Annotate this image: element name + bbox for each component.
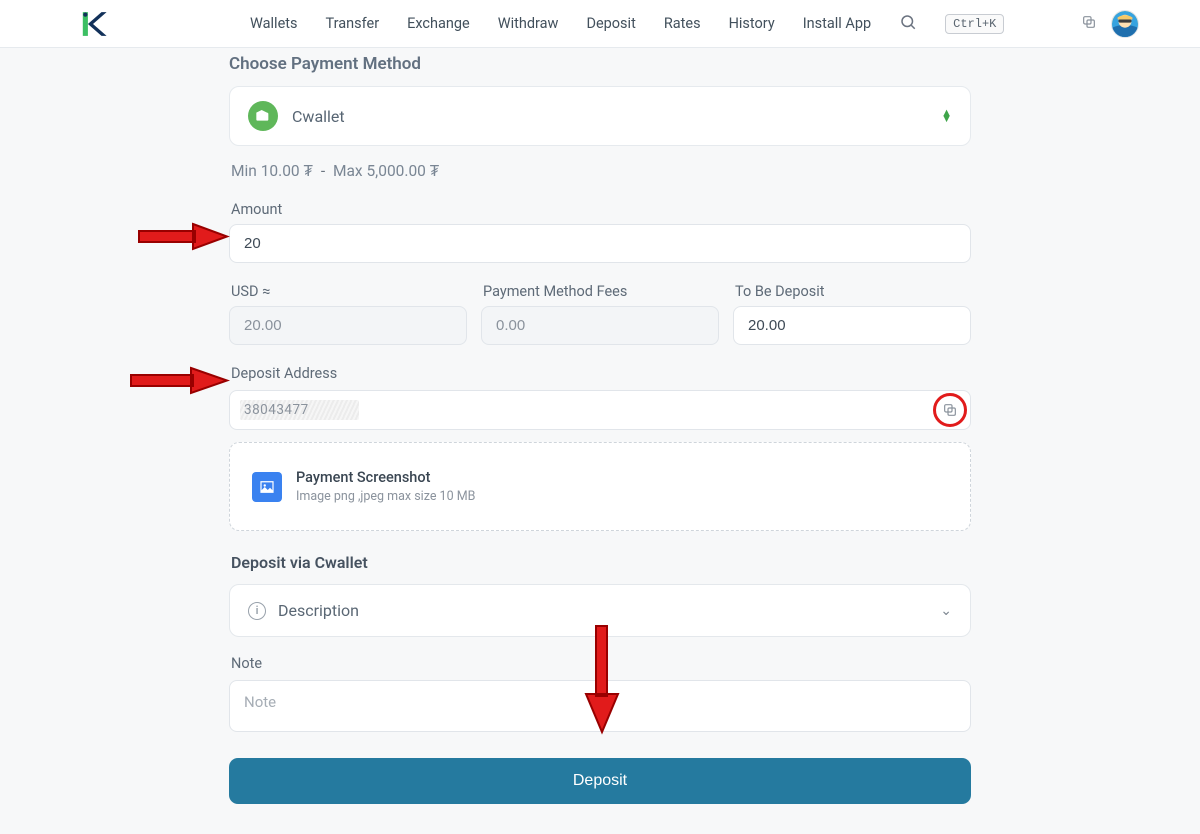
amount-label: Amount bbox=[231, 201, 971, 218]
limit-separator: - bbox=[321, 162, 325, 180]
amount-input[interactable] bbox=[229, 224, 971, 263]
copy-icon[interactable] bbox=[1081, 14, 1097, 34]
keyboard-shortcut: Ctrl+K bbox=[945, 14, 1004, 34]
limit-min: Min 10.00 ₮ bbox=[231, 162, 313, 180]
deposit-via-heading: Deposit via Cwallet bbox=[231, 553, 971, 572]
note-input[interactable] bbox=[229, 680, 971, 732]
page: Choose Payment Method Cwallet ▲▼ Min 10.… bbox=[229, 48, 971, 834]
navbar: Wallets Transfer Exchange Withdraw Depos… bbox=[0, 0, 1200, 48]
note-label: Note bbox=[231, 655, 971, 672]
search-icon[interactable] bbox=[899, 13, 917, 35]
nav-links: Wallets Transfer Exchange Withdraw Depos… bbox=[250, 13, 1081, 35]
deposit-button[interactable]: Deposit bbox=[229, 758, 971, 804]
wallet-icon bbox=[248, 101, 278, 131]
nav-withdraw[interactable]: Withdraw bbox=[498, 15, 559, 32]
amount-field: Amount bbox=[229, 201, 971, 263]
description-accordion[interactable]: i Description ⌄ bbox=[229, 584, 971, 637]
avatar[interactable] bbox=[1111, 10, 1139, 38]
payment-method-name: Cwallet bbox=[292, 107, 345, 126]
usd-label: USD ≈ bbox=[231, 283, 467, 300]
summary-row: USD ≈ Payment Method Fees To Be Deposit bbox=[229, 283, 971, 345]
deposit-address-label: Deposit Address bbox=[231, 365, 971, 382]
nav-history[interactable]: History bbox=[729, 15, 775, 32]
description-label: Description bbox=[278, 601, 359, 620]
nav-transfer[interactable]: Transfer bbox=[326, 15, 380, 32]
nav-wallets[interactable]: Wallets bbox=[250, 15, 298, 32]
usd-value bbox=[229, 306, 467, 345]
nav-install-app[interactable]: Install App bbox=[803, 15, 871, 32]
limits: Min 10.00 ₮ - Max 5,000.00 ₮ bbox=[231, 162, 969, 181]
to-be-deposit-value bbox=[733, 306, 971, 345]
limit-max: Max 5,000.00 ₮ bbox=[333, 162, 439, 180]
upload-text: Payment Screenshot Image png ,jpeg max s… bbox=[296, 469, 475, 504]
to-be-deposit-field: To Be Deposit bbox=[733, 283, 971, 345]
chevron-down-icon: ⌄ bbox=[940, 603, 952, 619]
info-icon: i bbox=[248, 602, 266, 620]
nav-exchange[interactable]: Exchange bbox=[407, 15, 470, 32]
navbar-left bbox=[16, 7, 250, 41]
deposit-address-field: Deposit Address 38043477 bbox=[229, 365, 971, 430]
annotation-arrow-address bbox=[129, 364, 229, 402]
usd-field: USD ≈ bbox=[229, 283, 467, 345]
fees-field: Payment Method Fees bbox=[481, 283, 719, 345]
upload-screenshot[interactable]: Payment Screenshot Image png ,jpeg max s… bbox=[229, 442, 971, 531]
copy-address-button[interactable] bbox=[939, 399, 961, 421]
payment-method-select[interactable]: Cwallet ▲▼ bbox=[229, 86, 971, 146]
section-title: Choose Payment Method bbox=[229, 54, 971, 74]
nav-deposit[interactable]: Deposit bbox=[586, 15, 635, 32]
image-icon bbox=[252, 472, 282, 502]
upload-subtitle: Image png ,jpeg max size 10 MB bbox=[296, 489, 475, 504]
fees-value bbox=[481, 306, 719, 345]
select-chevrons-icon: ▲▼ bbox=[941, 110, 952, 122]
deposit-address-value: 38043477 bbox=[240, 400, 359, 420]
fees-label: Payment Method Fees bbox=[483, 283, 719, 300]
logo[interactable] bbox=[76, 7, 110, 41]
nav-rates[interactable]: Rates bbox=[664, 15, 701, 32]
upload-title: Payment Screenshot bbox=[296, 469, 475, 486]
navbar-right bbox=[1081, 10, 1184, 38]
deposit-address-box: 38043477 bbox=[229, 390, 971, 430]
annotation-arrow-amount bbox=[137, 220, 229, 258]
to-be-deposit-label: To Be Deposit bbox=[735, 283, 971, 300]
note-field: Note bbox=[229, 655, 971, 736]
